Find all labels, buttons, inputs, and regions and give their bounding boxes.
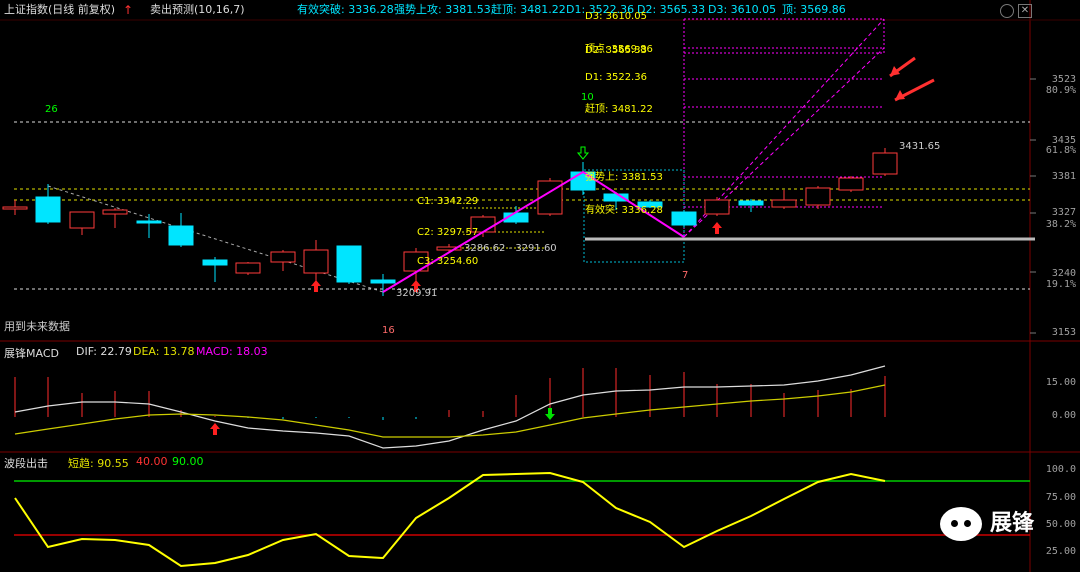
candle-body <box>671 211 697 226</box>
stock-chart-window: 上证指数(日线 前复权) ↑ 卖出预测(10,16,7) 有效突破: 3336.… <box>0 0 1080 572</box>
candle-body <box>2 206 28 210</box>
gear-icon[interactable] <box>1000 4 1014 18</box>
arrow-down-icon <box>545 408 555 420</box>
candle-body <box>136 220 162 224</box>
candle-body <box>704 199 730 215</box>
arrow-up-icon <box>311 280 321 292</box>
wave-panel-title[interactable]: 波段出击 <box>4 455 48 471</box>
candle-body <box>168 225 194 246</box>
level-d3-label: D3: 3610.05 <box>585 11 647 22</box>
arrow-up-icon <box>712 222 722 234</box>
wave-90-value: 90.00 <box>172 455 204 468</box>
level-d1-label: D1: 3522.36 <box>585 72 647 83</box>
future-data-note: 用到未来数据 <box>4 320 70 333</box>
wave-short-line <box>14 471 886 568</box>
candle-body <box>202 259 228 266</box>
y-tick-wave: 75.00 <box>1045 492 1076 503</box>
y-tick-main: 3240 <box>1051 268 1076 279</box>
y-tick-main: 3153 <box>1051 327 1076 338</box>
close-icon[interactable]: ✕ <box>1018 4 1032 18</box>
level-d2-label: D2: 3565.33 <box>585 45 647 56</box>
y-tick-wave: 100.0 <box>1045 464 1076 475</box>
y-tick-main: 19.1% <box>1045 279 1076 290</box>
candle-body <box>370 279 396 284</box>
y-tick-macd: 0.00 <box>1051 410 1076 421</box>
macd-macd-value: MACD: 18.03 <box>196 345 268 358</box>
candle-body <box>303 249 329 274</box>
candle-body <box>738 200 764 206</box>
candle-body <box>805 187 831 206</box>
wechat-watermark: 展锋 <box>940 505 1034 541</box>
d3-value: D3: 3610.05 <box>708 3 777 16</box>
index-title[interactable]: 上证指数(日线 前复权) <box>4 0 115 20</box>
y-tick-main: 3327 <box>1051 207 1076 218</box>
gap-label: 3286.62 - 3291.60 <box>464 243 557 254</box>
y-tick-wave: 50.00 <box>1045 519 1076 530</box>
candle-body <box>270 251 296 263</box>
level-valid-label: 有效突: 3336.28 <box>585 205 663 216</box>
macd-dea-value: DEA: 13.78 <box>133 345 195 358</box>
y-tick-main: 80.9% <box>1045 85 1076 96</box>
count-label-7: 7 <box>682 270 689 281</box>
header-bar: 上证指数(日线 前复权) ↑ 卖出预测(10,16,7) 有效突破: 3336.… <box>0 0 1080 20</box>
macd-dif-value: DIF: 22.79 <box>76 345 132 358</box>
d2-value: D2: 3565.33 <box>637 3 706 16</box>
wave-short-value: 短趋: 90.55 <box>68 457 129 470</box>
macd-panel-title[interactable]: 展锋MACD <box>4 345 59 361</box>
y-tick-wave: 25.00 <box>1045 546 1076 557</box>
high-price-label: 3431.65 <box>899 141 941 152</box>
y-tick-main: 3523 <box>1051 74 1076 85</box>
valid-break-value: 有效突破: 3336.28 <box>297 3 394 16</box>
candle-body <box>69 211 95 229</box>
y-tick-main: 61.8% <box>1045 145 1076 156</box>
candle-body <box>102 209 128 215</box>
candle-body <box>35 196 61 223</box>
candle-body <box>235 262 261 274</box>
candle-body <box>838 177 864 191</box>
macd-dif-line <box>14 365 886 449</box>
chart-canvas[interactable] <box>0 0 1080 572</box>
indicator-title[interactable]: 卖出预测(10,16,7) <box>150 0 245 20</box>
level-catch-top-label: 赶顶: 3481.22 <box>585 104 653 115</box>
range-box <box>583 169 685 263</box>
level-c2-label: C2: 3297.57 <box>417 227 479 238</box>
level-c1-label: C1: 3342.29 <box>417 196 479 207</box>
count-label-16: 16 <box>382 325 395 336</box>
wave-40-value: 40.00 <box>136 455 168 468</box>
top-value: 顶: 3569.86 <box>782 3 846 16</box>
strong-up-value: 强势上攻: 3381.53 <box>394 3 491 16</box>
candle-body <box>872 152 898 175</box>
watermark-text: 展锋 <box>990 511 1035 536</box>
arrow-up-icon: ↑ <box>123 3 134 17</box>
y-tick-macd: 15.00 <box>1045 377 1076 388</box>
candle-body <box>336 245 362 283</box>
wechat-icon <box>940 507 982 541</box>
count-label-26: 26 <box>45 104 58 115</box>
catch-top-value: 赶顶: 3481.22 <box>491 3 566 16</box>
y-tick-main: 3381 <box>1051 171 1076 182</box>
candle-body <box>771 199 797 208</box>
arrow-down-icon <box>576 146 590 160</box>
level-strong-up-label: 强势上: 3381.53 <box>585 172 663 183</box>
low-price-label: 3209.91 <box>396 288 438 299</box>
macd-dea-line <box>14 384 886 438</box>
arrow-up-icon <box>210 423 220 435</box>
y-tick-main: 38.2% <box>1045 219 1076 230</box>
level-c3-label: C3: 3254.60 <box>417 256 479 267</box>
